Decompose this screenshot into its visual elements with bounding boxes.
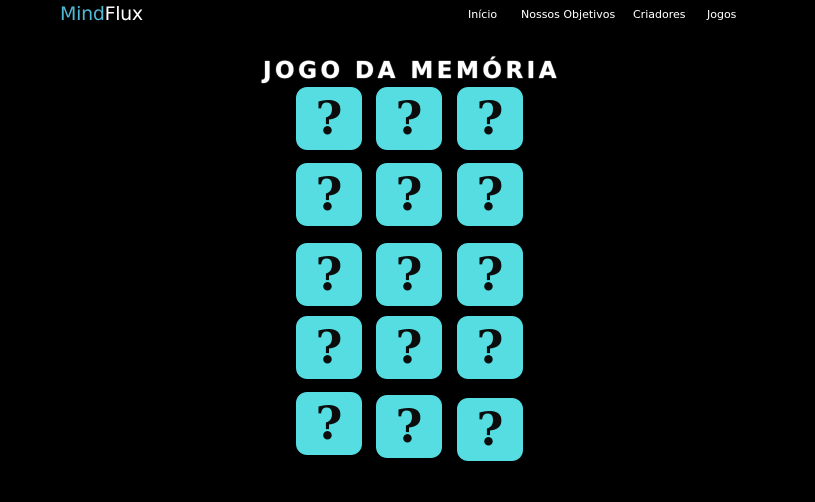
nav-link-jogos[interactable]: Jogos	[707, 8, 736, 22]
memory-card[interactable]: ?	[296, 392, 362, 455]
question-mark-icon: ?	[395, 167, 423, 221]
question-mark-icon: ?	[476, 320, 504, 374]
question-mark-icon: ?	[315, 91, 343, 145]
question-mark-icon: ?	[476, 247, 504, 301]
nav-menu: Início Nossos Objetivos Criadores Jogos	[0, 8, 815, 22]
memory-card[interactable]: ?	[457, 316, 523, 379]
question-mark-icon: ?	[395, 91, 423, 145]
question-mark-icon: ?	[476, 402, 504, 456]
memory-card[interactable]: ?	[457, 87, 523, 150]
memory-card[interactable]: ?	[376, 395, 442, 458]
memory-card[interactable]: ?	[296, 163, 362, 226]
memory-card[interactable]: ?	[296, 316, 362, 379]
memory-card[interactable]: ?	[457, 398, 523, 461]
question-mark-icon: ?	[395, 247, 423, 301]
memory-card[interactable]: ?	[457, 243, 523, 306]
question-mark-icon: ?	[315, 396, 343, 450]
question-mark-icon: ?	[395, 399, 423, 453]
memory-card[interactable]: ?	[296, 243, 362, 306]
nav-link-criadores[interactable]: Criadores	[633, 8, 686, 22]
memory-card[interactable]: ?	[376, 87, 442, 150]
nav-link-inicio[interactable]: Início	[468, 8, 497, 22]
question-mark-icon: ?	[315, 247, 343, 301]
question-mark-icon: ?	[395, 320, 423, 374]
memory-card[interactable]: ?	[296, 87, 362, 150]
navbar: MindFlux Início Nossos Objetivos Criador…	[0, 0, 815, 30]
question-mark-icon: ?	[476, 167, 504, 221]
question-mark-icon: ?	[315, 320, 343, 374]
memory-card[interactable]: ?	[376, 163, 442, 226]
question-mark-icon: ?	[476, 91, 504, 145]
question-mark-icon: ?	[315, 167, 343, 221]
memory-card[interactable]: ?	[376, 243, 442, 306]
nav-link-nossos-objetivos[interactable]: Nossos Objetivos	[521, 8, 615, 22]
memory-card[interactable]: ?	[457, 163, 523, 226]
memory-card[interactable]: ?	[376, 316, 442, 379]
page-title: JOGO DA MEMÓRIA	[262, 58, 561, 85]
